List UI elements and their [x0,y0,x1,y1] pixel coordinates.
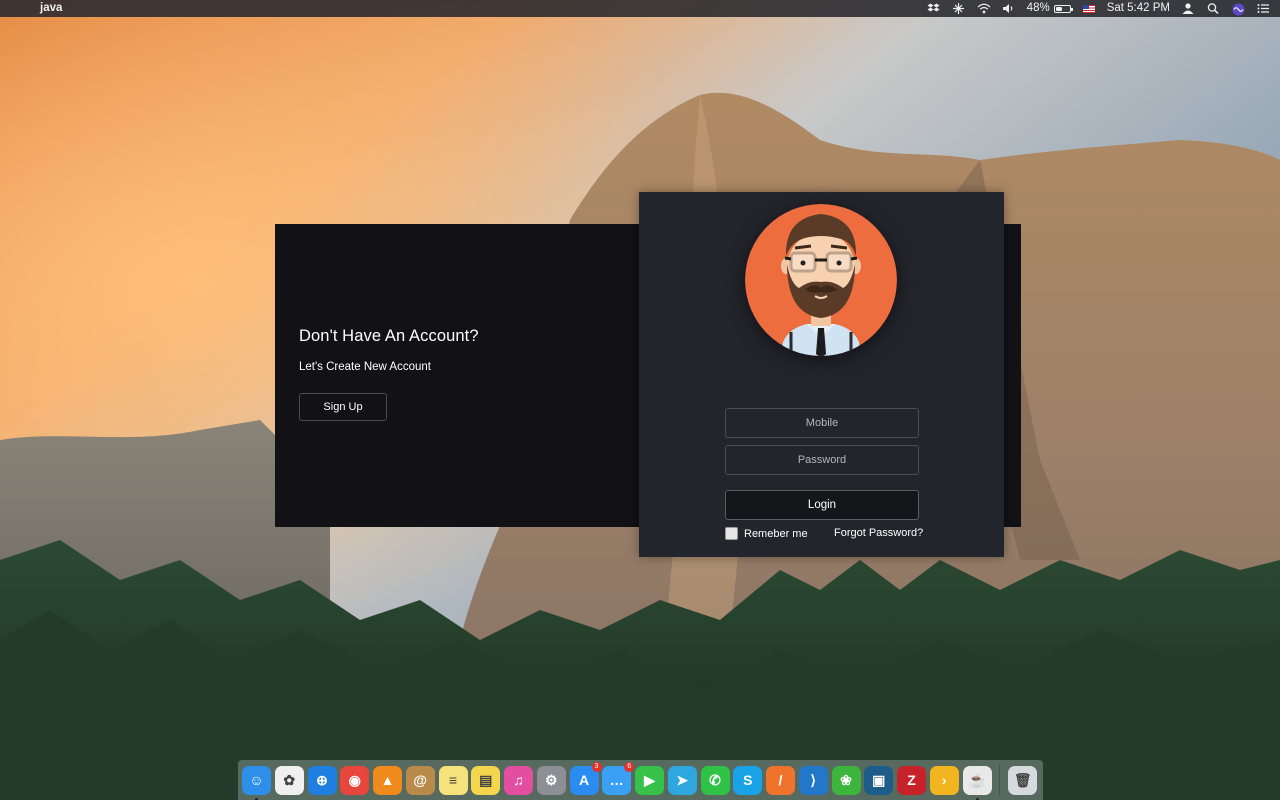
whatsapp-icon[interactable]: ✆ [700,765,730,795]
vlc-icon[interactable]: ▲ [373,765,402,795]
filezilla-glyph: Z [907,772,916,788]
safari-icon[interactable]: ⊕ [307,765,337,795]
remember-me-label: Remeber me [744,527,808,540]
chrome-icon[interactable]: ◉ [340,765,370,795]
stickies-icon[interactable]: ▤ [471,765,501,795]
preview-icon[interactable]: ☕ [962,765,992,800]
siri-icon[interactable] [1232,3,1245,16]
swift-playgrounds-icon[interactable]: / [766,765,795,795]
input-source-flag-icon[interactable] [1082,4,1095,13]
menu-bar: java 48% Sat 5:42 PM [0,0,1280,17]
dock-badge: 6 [624,761,635,772]
signup-subtitle: Let's Create New Account [299,361,431,373]
forgot-password-link[interactable]: Forgot Password? [834,527,923,539]
system-preferences-glyph: ⚙ [544,771,558,788]
battery-percentage: 48% [1026,2,1050,14]
user-icon[interactable] [1182,3,1195,14]
battery-icon [1053,4,1073,13]
trash-icon[interactable]: 🗑 [1008,765,1038,795]
photos-glyph: ✿ [283,771,296,788]
remember-me-checkbox[interactable] [725,527,738,540]
intellij-glyph: ▣ [872,771,886,788]
dock: ☺ ✿ ⊕ ◉ ▲ @ ≡ ▤ ♫ ⚙ A 3… 6 ▶ ➤ ✆ S / ⟩ ❀ ▣ Z › ☕ 🗑 [238,760,1043,800]
filezilla-icon[interactable]: Z [897,765,926,795]
finder-glyph: ☺ [249,772,264,788]
vlc-glyph: ▲ [380,772,395,788]
notes-glyph: ≡ [448,772,458,788]
facetime-glyph: ▶ [644,771,655,788]
itunes-glyph: ♫ [513,772,524,788]
sign-up-button[interactable]: Sign Up [299,393,387,421]
mobile-input[interactable] [725,408,919,438]
login-card: Login Remeber me Forgot Password? [639,192,1004,557]
dropbox-icon[interactable] [927,3,940,14]
menu-clock[interactable]: Sat 5:42 PM [1107,0,1170,17]
bearded-man-avatar-icon [745,204,897,356]
chrome-glyph: ◉ [348,771,361,788]
safari-glyph: ⊕ [316,771,328,788]
facetime-icon[interactable]: ▶ [635,765,664,795]
contacts-glyph: @ [413,772,428,788]
password-input[interactable] [725,445,919,475]
intellij-icon[interactable]: ▣ [864,765,894,795]
swift-playgrounds-glyph: / [778,772,783,788]
signup-content: Don't Have An Account? Let's Create New … [299,327,479,421]
app-store-glyph: A [578,772,590,788]
vscode-icon[interactable]: ⟩ [798,765,828,795]
dock-separator [999,764,1001,796]
itunes-icon[interactable]: ♫ [504,765,533,795]
terminal-glyph: › [941,772,947,788]
terminal-icon[interactable]: › [929,765,959,795]
battery-status[interactable]: 48% [1026,0,1073,17]
vscode-glyph: ⟩ [810,771,816,788]
photos-icon[interactable]: ✿ [274,765,304,795]
signup-title: Don't Have An Account? [299,327,479,345]
app-menu-name[interactable]: java [40,0,62,17]
stickies-glyph: ▤ [479,771,493,788]
contacts-icon[interactable]: @ [405,765,435,795]
spotlight-search-icon[interactable] [1207,3,1220,15]
app-store-icon[interactable]: A3 [569,761,602,795]
paw-glyph: ❀ [840,771,852,788]
system-preferences-icon[interactable]: ⚙ [536,765,566,795]
login-button[interactable]: Login [725,490,919,520]
skype-glyph: S [743,772,753,788]
paw-icon[interactable]: ❀ [831,765,861,795]
preview-glyph: ☕ [968,771,986,788]
volume-icon[interactable] [1002,3,1015,14]
finder-icon[interactable]: ☺ [242,765,271,800]
wifi-icon[interactable] [977,3,991,14]
trash-glyph: 🗑 [1013,771,1032,788]
telegram-icon[interactable]: ➤ [667,765,697,795]
dock-badge: 3 [591,761,602,772]
notification-center-icon[interactable] [1257,3,1270,14]
notes-icon[interactable]: ≡ [438,765,468,795]
whatsapp-glyph: ✆ [709,771,721,788]
skype-icon[interactable]: S [733,765,763,795]
messages-icon[interactable]: … 6 [602,761,635,795]
telegram-glyph: ➤ [676,771,689,788]
messages-glyph: … [609,772,624,788]
network-icon[interactable] [952,3,965,14]
remember-me[interactable]: Remeber me [725,527,808,540]
